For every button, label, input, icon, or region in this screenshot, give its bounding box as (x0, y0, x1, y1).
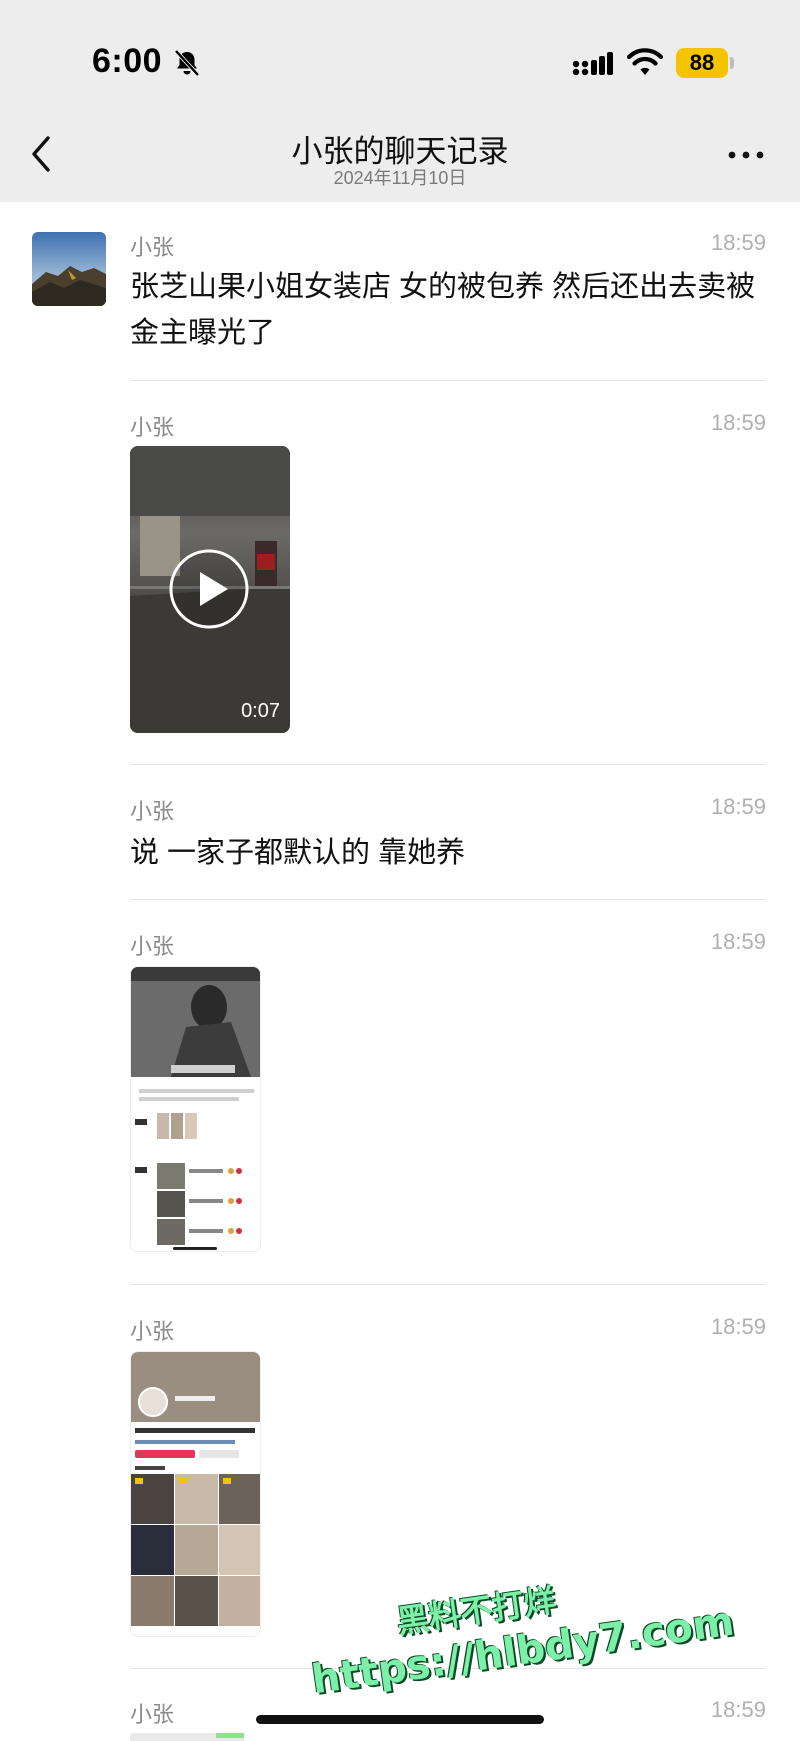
video-thumbnail[interactable]: 0:07 (130, 446, 290, 733)
more-dots-icon[interactable] (726, 148, 766, 162)
message-time: 18:59 (710, 410, 766, 435)
message-sender: 小张 (130, 1702, 175, 1727)
message-text[interactable]: 说 一家子都默认的 靠她养 (130, 830, 770, 876)
image-thumbnail-accent (216, 1733, 244, 1738)
message-divider (130, 899, 766, 900)
message-time: 18:59 (710, 794, 766, 819)
bell-muted-icon (174, 49, 200, 77)
message-divider (130, 764, 766, 765)
message-divider (130, 380, 766, 381)
message-time: 18:59 (710, 929, 766, 954)
message-sender: 小张 (130, 934, 175, 959)
message-time: 18:59 (710, 1314, 766, 1339)
wifi-icon (626, 48, 664, 75)
battery-indicator: 88 (676, 48, 728, 78)
battery-tip (730, 57, 734, 69)
image-thumbnail[interactable] (130, 966, 261, 1252)
message-sender: 小张 (130, 235, 175, 260)
home-indicator[interactable] (256, 1715, 544, 1724)
message-sender: 小张 (130, 1319, 175, 1344)
message-sender: 小张 (130, 415, 175, 440)
watermark: 黑料不打烊 https://hlbdy7.com (309, 1581, 737, 1726)
message-time: 18:59 (710, 230, 766, 255)
top-bar: 6:00 88 小张的聊天记录 2024年11月10日 (0, 0, 800, 202)
profile-screenshot-image (131, 1352, 260, 1626)
screenshot-image (131, 967, 260, 1250)
cellular-signal-icon (572, 52, 613, 76)
video-duration: 0:07 (241, 700, 280, 722)
status-time: 6:00 (92, 42, 163, 80)
avatar[interactable] (32, 232, 106, 306)
message-sender: 小张 (130, 799, 175, 824)
image-thumbnail[interactable] (130, 1351, 261, 1637)
play-icon[interactable] (168, 548, 250, 630)
avatar-mountain-image (32, 232, 106, 306)
message-time: 18:59 (710, 1697, 766, 1722)
page-subtitle: 2024年11月10日 (333, 168, 467, 188)
message-divider (130, 1284, 766, 1285)
message-text[interactable]: 张芝山果小姐女装店 女的被包养 然后还出去卖被金主曝光了 (130, 264, 770, 356)
